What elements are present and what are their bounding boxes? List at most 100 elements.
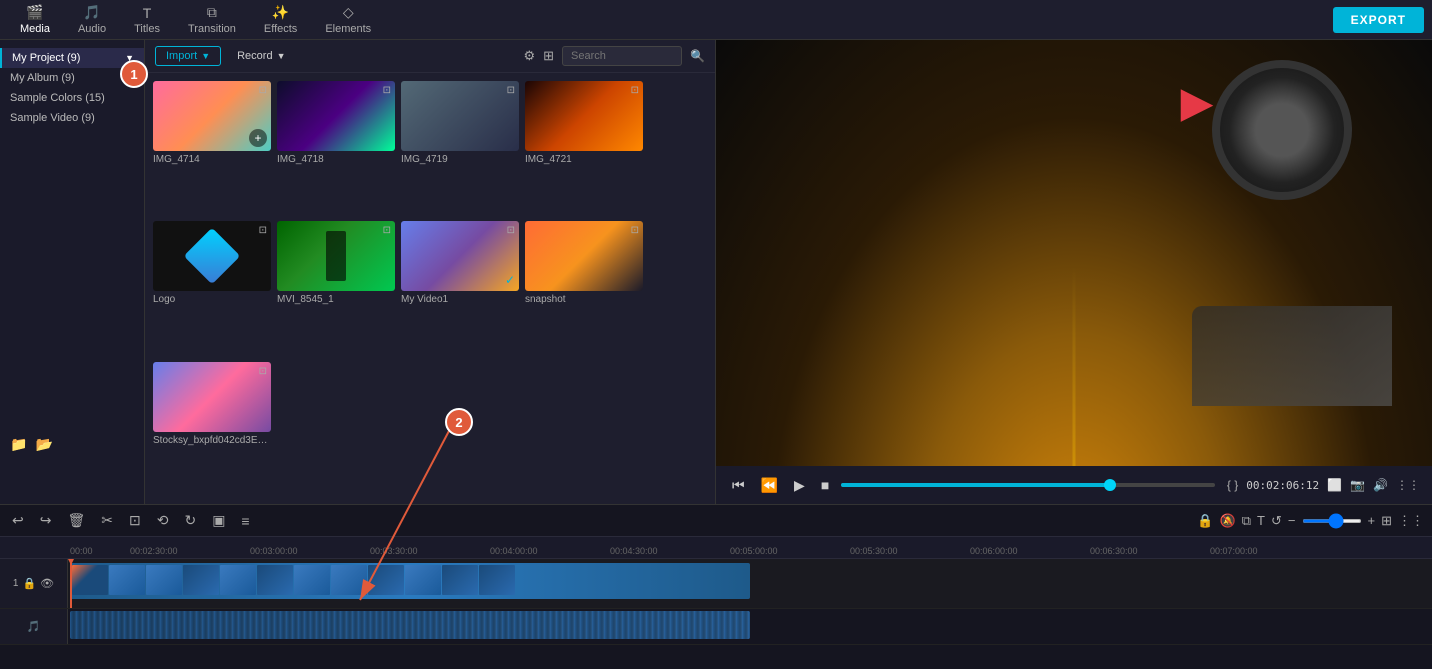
expand-icon: ⊡ — [631, 85, 639, 96]
media-label-img4718: IMG_4718 — [277, 154, 395, 165]
media-item-img4719[interactable]: ⊡ IMG_4719 — [401, 81, 519, 215]
more-tl-icon[interactable]: ⋮⋮ — [1398, 513, 1424, 529]
audio-track-row: 🎵 — [0, 609, 1432, 645]
title-tl-icon[interactable]: T — [1257, 513, 1265, 528]
media-toolbar-right: ⚙ ⊞ 🔍 — [523, 46, 705, 66]
search-icon[interactable]: 🔍 — [690, 49, 705, 63]
play-prev-button[interactable]: ⏪ — [757, 475, 782, 496]
mark-in-icon[interactable]: { } — [1227, 478, 1238, 492]
playhead[interactable] — [70, 559, 72, 608]
redo-button[interactable]: ↪ — [36, 510, 56, 531]
media-item-stocksy[interactable]: ⊡ Stocksy_bxpfd042cd3EA... — [153, 362, 271, 496]
clip-thumb-7 — [294, 565, 330, 595]
main-layout: My Project (9) ▼ My Album (9) Sample Col… — [0, 40, 1432, 504]
expand-icon: ⊡ — [507, 225, 515, 236]
import-chevron-icon: ▼ — [201, 51, 210, 61]
ruler-mark-7: 00:05:30:00 — [848, 546, 968, 556]
tab-transition-label: Transition — [188, 23, 236, 35]
track-lock-icon[interactable]: 🔒 — [22, 577, 36, 590]
add-to-timeline-icon[interactable]: + — [249, 129, 267, 147]
ruler-mark-9: 00:06:30:00 — [1088, 546, 1208, 556]
tab-transition[interactable]: ⧉ Transition — [176, 0, 248, 39]
search-input[interactable] — [562, 46, 682, 66]
clip-thumb-10 — [405, 565, 441, 595]
tab-titles-label: Titles — [134, 23, 160, 35]
audio-track-content[interactable] — [68, 609, 1432, 644]
ruler-mark-5: 00:04:30:00 — [608, 546, 728, 556]
annotation-2: 2 — [445, 408, 473, 436]
progress-fill — [841, 483, 1110, 487]
split-button[interactable]: ⟲ — [153, 510, 173, 531]
media-label-myvideo: My Video1 — [401, 294, 519, 305]
loop-icon[interactable]: ↺ — [1271, 513, 1282, 529]
play-button[interactable]: ▶ — [790, 475, 809, 496]
left-sidebar: My Project (9) ▼ My Album (9) Sample Col… — [0, 40, 145, 504]
sidebar-item-samplecolors[interactable]: Sample Colors (15) — [0, 88, 144, 108]
new-folder-icon[interactable]: 📁 — [10, 436, 27, 453]
tab-elements-label: Elements — [325, 23, 371, 35]
media-panel: Import ▼ Record ▼ ⚙ ⊞ 🔍 — [145, 40, 716, 504]
undo-button[interactable]: ↩ — [8, 510, 28, 531]
timeline-section: ↩ ↪ 🗑 ✂ ⊡ ⟲ ↻ ▣ ≡ 🔒 🔕 ⧉ T ↺ − + ⊞ ⋮⋮ — [0, 504, 1432, 669]
stop-button[interactable]: ■ — [817, 475, 833, 495]
track-eye-icon[interactable]: 👁 — [40, 577, 54, 590]
media-label-mvi: MVI_8545_1 — [277, 294, 395, 305]
media-item-mvi[interactable]: ⊡ MVI_8545_1 — [277, 221, 395, 355]
timeline-right-controls: 🔒 🔕 ⧉ T ↺ − + ⊞ ⋮⋮ — [1197, 513, 1424, 529]
tab-media[interactable]: 🎬 Media — [8, 0, 62, 39]
annotation-1: 1 — [120, 60, 148, 88]
cut-button[interactable]: ✂ — [97, 510, 117, 531]
zoom-out-icon[interactable]: − — [1288, 513, 1296, 528]
skip-back-button[interactable]: ⏮ — [728, 475, 749, 496]
filter-icon[interactable]: ⚙ — [523, 48, 535, 64]
checkmark-icon: ✓ — [505, 273, 515, 287]
clip-thumb-9 — [368, 565, 404, 595]
media-item-img4714[interactable]: ⊡ + IMG_4714 — [153, 81, 271, 215]
transition-tl-icon[interactable]: ⧉ — [1242, 513, 1251, 529]
video-track-content[interactable] — [68, 559, 1432, 608]
media-item-img4721[interactable]: ⊡ IMG_4721 — [525, 81, 643, 215]
project-label: My Project (9) — [12, 52, 80, 64]
sidebar-item-samplevideo[interactable]: Sample Video (9) — [0, 108, 144, 128]
crop-button[interactable]: ⊡ — [125, 510, 145, 531]
audio-waveform — [70, 611, 750, 639]
fullscreen-icon[interactable]: ⬜ — [1327, 478, 1342, 492]
zoom-in-icon[interactable]: + — [1368, 513, 1376, 528]
media-toolbar: Import ▼ Record ▼ ⚙ ⊞ 🔍 — [145, 40, 715, 73]
media-item-myvideo[interactable]: ⊡ ✓ My Video1 — [401, 221, 519, 355]
audio-button[interactable]: ≡ — [237, 511, 253, 531]
tab-audio[interactable]: 🎵 Audio — [66, 0, 118, 39]
import-button[interactable]: Import ▼ — [155, 46, 221, 66]
transition-icon: ⧉ — [207, 4, 217, 21]
screenshot-icon[interactable]: 📷 — [1350, 478, 1365, 492]
more-options-icon[interactable]: ⋮⋮ — [1396, 478, 1420, 492]
grid-view-icon[interactable]: ⊞ — [543, 48, 554, 64]
open-folder-icon[interactable]: 📂 — [35, 436, 52, 453]
tab-elements[interactable]: ◇ Elements — [313, 0, 383, 39]
record-button[interactable]: Record ▼ — [229, 47, 293, 65]
zoom-slider[interactable] — [1302, 519, 1362, 523]
expand-icon: ⊡ — [631, 225, 639, 236]
media-label-snapshot: snapshot — [525, 294, 643, 305]
fit-icon[interactable]: ⊞ — [1381, 513, 1392, 529]
timeline-tracks: 1 🔒 👁 — [0, 559, 1432, 669]
preview-bottom-icons: ⬜ 📷 🔊 ⋮⋮ — [1327, 478, 1420, 492]
mute-icon[interactable]: 🔕 — [1220, 513, 1236, 529]
rotate-button[interactable]: ↻ — [180, 510, 200, 531]
delete-button[interactable]: 🗑 — [63, 510, 89, 531]
volume-icon[interactable]: 🔊 — [1373, 478, 1388, 492]
media-item-logo[interactable]: ⊡ Logo — [153, 221, 271, 355]
overlay-button[interactable]: ▣ — [208, 510, 229, 531]
lock-icon[interactable]: 🔒 — [1197, 513, 1213, 529]
tab-effects[interactable]: ✨ Effects — [252, 0, 309, 39]
media-item-img4718[interactable]: ⊡ IMG_4718 — [277, 81, 395, 215]
expand-icon: ⊡ — [259, 366, 267, 377]
tab-titles[interactable]: T Titles — [122, 1, 172, 39]
progress-bar[interactable] — [841, 483, 1215, 487]
export-button[interactable]: EXPORT — [1333, 7, 1424, 33]
media-item-snapshot[interactable]: ⊡ snapshot — [525, 221, 643, 355]
video-clip[interactable] — [70, 563, 750, 599]
media-label-img4719: IMG_4719 — [401, 154, 519, 165]
preview-panel: ▶ ⏮ ⏪ ▶ ■ { } 00:02:06:12 ⬜ 📷 — [716, 40, 1432, 504]
media-grid: ⊡ + IMG_4714 ⊡ IMG_4718 ⊡ IMG_4719 — [145, 73, 715, 504]
